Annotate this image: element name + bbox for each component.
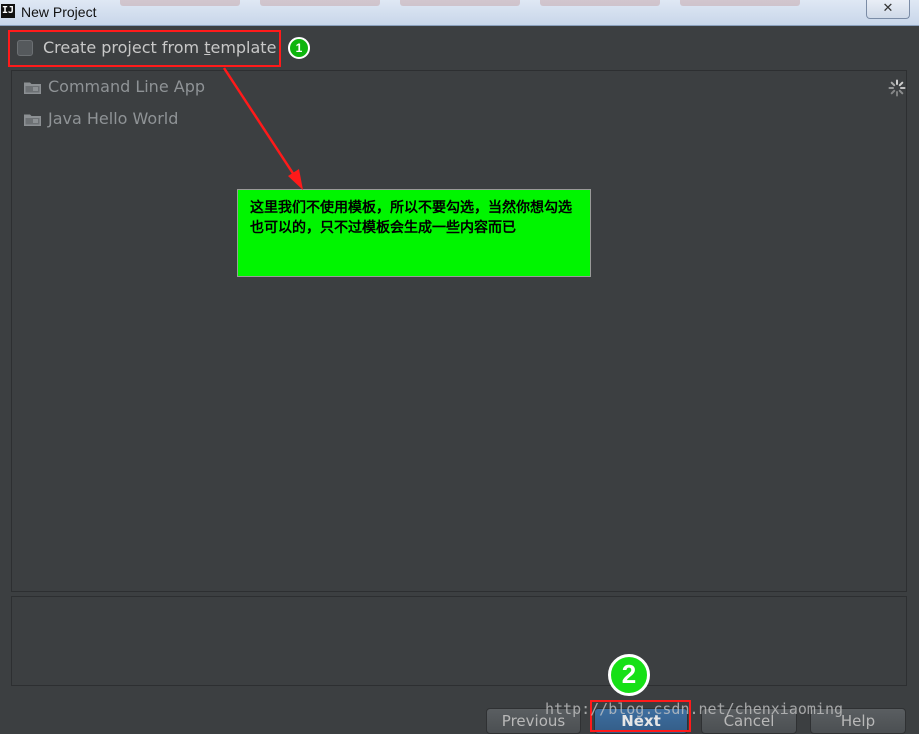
step-1-badge: 1 (288, 37, 310, 59)
template-description-panel (11, 596, 907, 686)
annotation-note: 这里我们不使用模板，所以不要勾选，当然你想勾选也可以的，只不过模板会生成一些内容… (237, 189, 591, 277)
window-titlebar: IJ New Project ✕ (0, 0, 919, 26)
watermark: http://blog.csdn.net/chenxiaoming (545, 700, 844, 718)
background-taskbar-ghosts (120, 0, 840, 25)
step-2-badge: 2 (608, 654, 650, 696)
window-title: New Project (21, 4, 97, 20)
list-item-command-line-app[interactable]: Command Line App (24, 76, 324, 100)
intellij-icon: IJ (1, 4, 15, 18)
list-item-java-hello-world[interactable]: Java Hello World (24, 108, 324, 132)
template-list[interactable]: Command Line App Java Hello World (11, 70, 907, 592)
folder-icon (24, 82, 41, 94)
close-window-button[interactable]: ✕ (866, 0, 910, 19)
template-checkbox-highlight (8, 30, 281, 67)
folder-icon (24, 114, 41, 126)
loading-spinner-icon (888, 79, 906, 97)
